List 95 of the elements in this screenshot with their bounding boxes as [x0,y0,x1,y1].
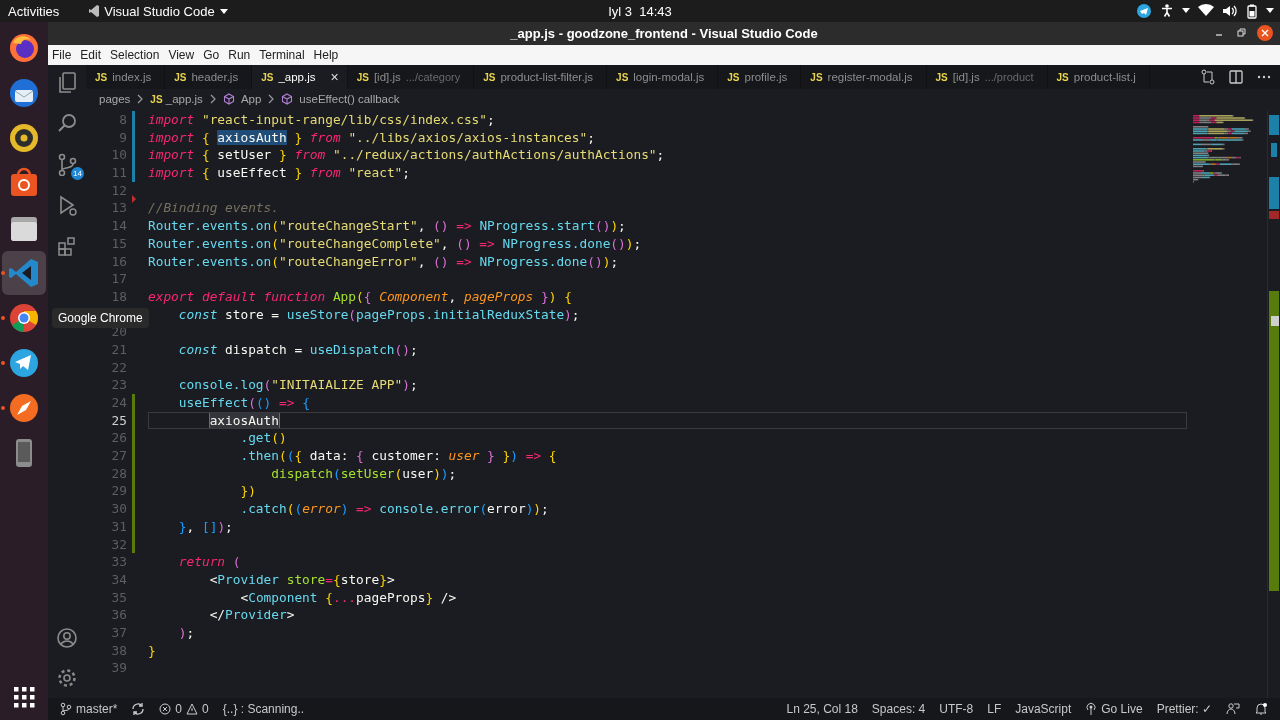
menu-item[interactable]: Run [228,48,251,62]
code-line: .catch((error) => console.error(error)); [239,500,550,518]
line-number: 11 [110,164,127,182]
code-line: return ( [177,553,242,571]
menu-item[interactable]: File [52,48,72,62]
editor-tab[interactable]: JS [id].js .../category [347,65,475,89]
editor-tab[interactable]: JS product-list.j [1047,65,1150,89]
clock[interactable]: Iyl 3 14:43 [608,3,672,19]
line-number: 13 [110,199,127,218]
line-number: 30 [110,500,127,518]
code-line: ); [177,623,196,642]
line-number: 18 [110,287,127,306]
status-item[interactable]: LF [987,702,1002,716]
status-item[interactable]: Go Live [1101,702,1143,716]
line-number: 8 [118,111,127,129]
warning-count[interactable]: 0 [202,702,209,716]
editor-tab[interactable]: JS register-modal.js [801,65,927,89]
line-number: 34 [110,570,127,589]
line-number: 28 [110,464,127,483]
close-tab-button[interactable]: × [330,69,339,85]
status-item[interactable]: Prettier: ✓ [1156,702,1212,716]
editor-tab[interactable]: JS profile.js [718,65,802,89]
status-item[interactable]: Spaces: 4 [871,702,926,716]
code-line: <Component {...pageProps} /> [239,588,458,607]
menu-item[interactable]: View [168,48,195,62]
line-number: 9 [118,128,127,147]
menu-item[interactable]: Edit [80,48,102,62]
line-number: 15 [110,234,127,253]
code-line: }) [239,482,257,501]
line-number: 37 [110,623,127,642]
branch-name[interactable]: master* [76,702,118,716]
line-number: 27 [110,447,127,465]
line-number: 29 [110,482,127,501]
status-item[interactable]: UTF-8 [939,702,974,716]
code-line: //Binding events. [148,199,280,218]
line-number: 23 [110,376,127,394]
menu-item[interactable]: Help [313,48,339,62]
code-line: useEffect(() => { [177,394,311,412]
line-number: 38 [110,641,127,660]
line-number: 17 [110,270,127,288]
code-line: const store = useStore(pageProps.initialReduxState); [177,305,581,324]
code-line: Router.events.on("routeChangeStart", () => NProgress.start()); [148,217,627,235]
code-line: const dispatch = useDispatch(); [177,340,419,359]
code-line: console.log("INITAIALIZE APP"); [177,376,419,394]
menu-item[interactable]: Terminal [259,48,305,62]
editor-tab[interactable]: JS login-modal.js [607,65,719,89]
code-line: Router.events.on("routeChangeComplete", () => NProgress.done()); [148,234,643,253]
status-item[interactable]: JavaScript [1015,702,1072,716]
app-menu[interactable]: Visual Studio Code [104,3,215,19]
menu-item[interactable]: Go [203,48,220,62]
code-line: import { setUser } from "../redux/actions/authActions/authActions"; [148,146,666,165]
activities-button[interactable]: Activities [8,3,60,19]
code-line: }, []); [177,517,234,536]
code-line: import { useEffect } from "react"; [148,164,412,182]
line-number: 22 [110,358,127,377]
line-number: 35 [110,588,127,607]
line-number: 24 [110,394,127,412]
line-number: 26 [110,429,127,448]
code-line: import { axiosAuth } from "../libs/axios/axios-instances"; [148,128,596,147]
line-number: 16 [110,252,127,271]
line-number: 36 [110,606,127,624]
line-number: 21 [110,340,127,359]
tooltip: Google Chrome [52,308,149,328]
editor-tab[interactable]: JS product-list-filter.js [474,65,608,89]
code-line: export default function App({ Component, pageProps }) { [148,287,573,306]
code-line: .get() [239,429,288,448]
code-line: .then(({ data: { customer: user } }) => { [239,447,558,465]
error-count[interactable]: 0 [175,702,183,716]
window-title: _app.js - goodzone_frontend - Visual Studio Code [510,26,818,41]
code-line: } [148,641,157,660]
line-number: 25 [110,411,127,430]
editor-tab[interactable]: JS _app.js × [252,65,348,89]
code-line: </Provider> [208,606,296,624]
breadcrumb-item[interactable]: useEffect() callback [299,92,400,105]
breadcrumb-item[interactable]: App [240,92,262,105]
line-number: 12 [110,181,127,200]
status-item[interactable]: Ln 25, Col 18 [786,702,858,716]
code-line: <Provider store={store}> [208,570,396,589]
line-number: 32 [110,535,127,554]
line-number: 39 [110,659,127,677]
line-number: 33 [110,553,127,571]
code-line: Router.events.on("routeChangeError", () => NProgress.done()); [148,252,620,271]
code-line: dispatch(setUser(user)); [270,464,458,483]
count-badge: 14 [71,167,84,180]
current-code-line: axiosAuth [148,411,1187,430]
breadcrumb-item[interactable]: pages [99,92,131,105]
editor-tab[interactable]: JS [id].js .../product [926,65,1048,89]
line-number: 10 [110,146,127,165]
code-line: import "react-input-range/lib/css/index.css"; [148,111,496,129]
line-number: 14 [110,217,127,235]
breadcrumb-item[interactable]: JS _app.js [150,92,203,105]
line-number: 31 [110,517,127,536]
editor-tab[interactable]: JS index.js [86,65,166,89]
status-item[interactable]: {..} : Scanning.. [222,702,305,716]
menu-item[interactable]: Selection [110,48,160,62]
